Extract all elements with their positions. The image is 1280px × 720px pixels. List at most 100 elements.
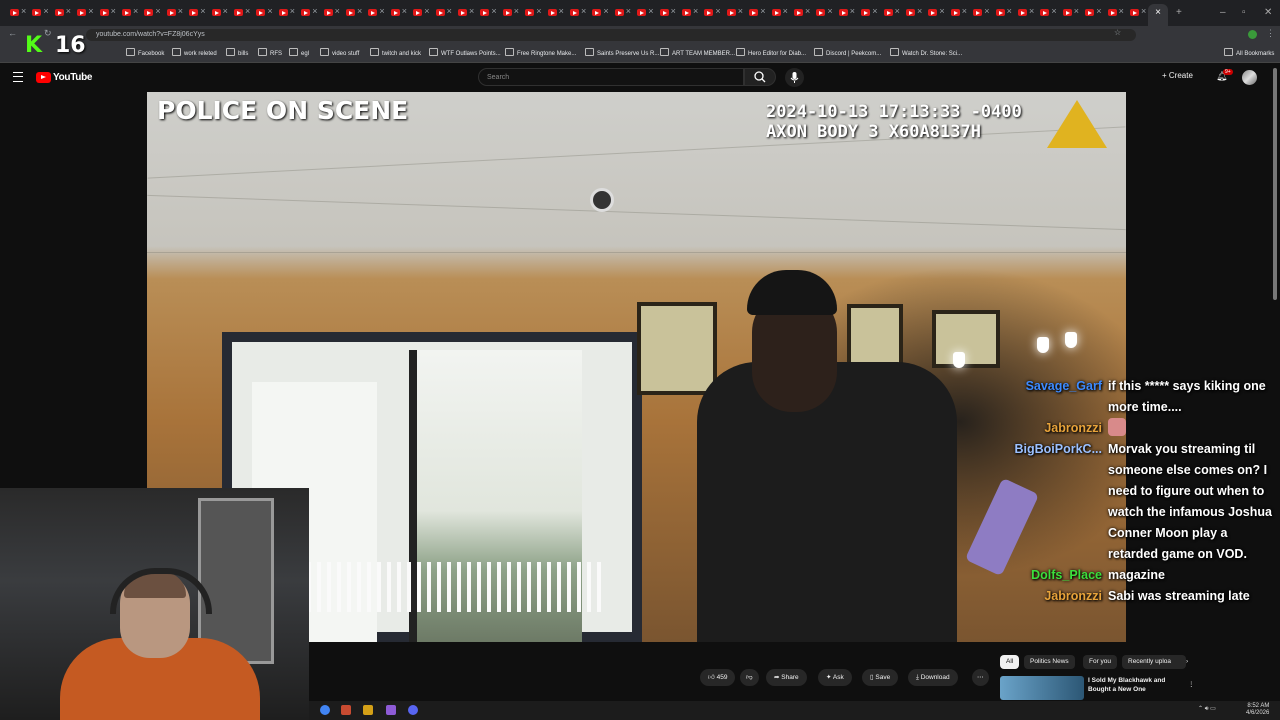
bookmark-item[interactable]: bills (226, 48, 248, 57)
browser-tab-favicon[interactable] (973, 9, 983, 16)
tab-close-icon[interactable]: × (962, 6, 967, 16)
tab-close-icon[interactable]: × (424, 6, 429, 16)
browser-tab-favicon[interactable] (1085, 9, 1095, 16)
browser-tab-favicon[interactable] (301, 9, 311, 16)
youtube-logo-text[interactable]: YouTube (53, 72, 93, 83)
recommended-thumbnail[interactable] (1000, 676, 1084, 700)
tab-close-icon[interactable]: × (715, 6, 720, 16)
tab-close-icon[interactable]: × (245, 6, 250, 16)
browser-tab-favicon[interactable] (659, 9, 669, 16)
tab-close-icon[interactable]: × (379, 6, 384, 16)
page-scrollbar[interactable] (1273, 68, 1277, 300)
create-button[interactable]: + Create (1162, 71, 1193, 80)
search-button[interactable] (744, 68, 776, 86)
browser-tab-favicon[interactable] (189, 9, 199, 16)
discord-taskbar-icon[interactable] (408, 705, 418, 715)
share-button[interactable]: ➦ Share (766, 669, 807, 686)
browser-tab-favicon[interactable] (278, 9, 288, 16)
bookmark-item[interactable]: work releted (172, 48, 217, 57)
browser-tab-favicon[interactable] (547, 9, 557, 16)
all-bookmarks-button[interactable]: All Bookmarks (1224, 48, 1274, 57)
tab-close-icon[interactable]: × (133, 6, 138, 16)
browser-tab-favicon[interactable] (861, 9, 871, 16)
bookmark-item[interactable]: video stuff (320, 48, 359, 57)
tab-close-icon[interactable]: × (200, 6, 205, 16)
tab-close-icon[interactable]: × (491, 6, 496, 16)
account-avatar[interactable] (1242, 70, 1257, 85)
tab-close-icon[interactable]: × (738, 6, 743, 16)
browser-tab-favicon[interactable] (682, 9, 691, 16)
browser-tab-favicon[interactable] (32, 9, 42, 16)
browser-tab-favicon[interactable] (256, 9, 266, 16)
bookmark-item[interactable]: Facebook (126, 48, 164, 57)
tab-close-icon[interactable]: × (1141, 6, 1146, 16)
tab-close-icon[interactable]: × (671, 6, 676, 16)
recommended-title[interactable]: I Sold My Blackhawk and Bought a New One (1088, 676, 1178, 694)
tab-close-icon[interactable]: × (290, 6, 295, 16)
ask-button[interactable]: ✦ Ask (818, 669, 852, 686)
browser-tab-favicon[interactable] (883, 9, 893, 16)
browser-tab-favicon[interactable] (950, 9, 960, 16)
browser-tab-favicon[interactable] (1062, 9, 1072, 16)
browser-tab-favicon[interactable] (144, 9, 154, 16)
bookmark-item[interactable]: WTF Outlaws Points... (429, 48, 501, 57)
bookmark-item[interactable]: ART TEAM MEMBER... (660, 48, 735, 57)
browser-tab-favicon[interactable] (995, 9, 1005, 16)
browser-tab-favicon[interactable] (413, 9, 423, 16)
url-input[interactable]: youtube.com/watch?v=FZ8j06cYys (86, 29, 1136, 41)
tab-close-icon[interactable]: × (267, 6, 272, 16)
tab-close-icon[interactable]: × (850, 6, 855, 16)
tab-close-icon[interactable]: × (357, 6, 362, 16)
voice-search-button[interactable] (785, 68, 804, 87)
bookmark-item[interactable]: Discord | Peekcom... (814, 48, 881, 57)
browser-tab-favicon[interactable] (637, 9, 647, 16)
youtube-logo-icon[interactable] (36, 72, 51, 83)
browser-tab-favicon[interactable] (368, 9, 378, 16)
tab-close-icon[interactable]: × (626, 6, 631, 16)
browser-tab-favicon[interactable] (592, 9, 602, 16)
tab-close-icon[interactable]: × (1029, 6, 1034, 16)
bookmark-item[interactable]: Watch Dr. Stone: Sci... (890, 48, 962, 57)
minimize-icon[interactable]: – (1220, 7, 1226, 18)
tab-close-icon[interactable]: × (1051, 6, 1056, 16)
tab-close-icon[interactable]: × (21, 6, 26, 16)
browser-tab-favicon[interactable] (928, 9, 938, 16)
browser-tab-favicon[interactable] (435, 9, 445, 16)
like-button[interactable]: 👍︎ 459 (700, 669, 736, 686)
tab-close-icon[interactable]: × (66, 6, 71, 16)
browser-tab-favicon[interactable] (480, 9, 490, 16)
tab-close-icon[interactable]: × (559, 6, 564, 16)
browser-tab-favicon[interactable] (704, 9, 714, 16)
tab-close-icon[interactable]: × (178, 6, 183, 16)
dislike-button[interactable]: 👎︎ (740, 669, 759, 686)
browser-tab-favicon[interactable] (390, 9, 400, 16)
tab-close-icon[interactable]: × (939, 6, 944, 16)
tab-close-icon[interactable]: × (111, 6, 116, 16)
app-taskbar-icon[interactable] (363, 705, 373, 715)
tab-close-icon[interactable]: × (1074, 6, 1079, 16)
new-tab-icon[interactable]: + (1176, 7, 1182, 18)
browser-tab-favicon[interactable] (1107, 9, 1117, 16)
browser-tab-favicon[interactable] (771, 9, 781, 16)
back-icon[interactable]: ← (8, 28, 17, 38)
tab-close-icon[interactable]: × (402, 6, 407, 16)
browser-tab-favicon[interactable] (525, 9, 535, 16)
tray-icons[interactable]: ⌃ 🔊︎ ▭ (1198, 705, 1216, 713)
reload-icon[interactable]: ↻ (44, 28, 52, 39)
hamburger-menu-icon[interactable] (13, 72, 23, 82)
browser-tab-favicon[interactable] (502, 9, 512, 16)
tab-close-icon[interactable]: × (760, 6, 765, 16)
browser-tab-favicon[interactable] (794, 9, 803, 16)
browser-tab-favicon[interactable] (1018, 9, 1027, 16)
tab-close-icon[interactable]: × (312, 6, 317, 16)
search-input[interactable]: Search (478, 68, 744, 86)
tab-close-icon[interactable]: × (1007, 6, 1012, 16)
browser-tab-favicon[interactable] (211, 9, 221, 16)
bookmark-star-icon[interactable]: ☆ (1114, 28, 1121, 37)
bookmark-item[interactable]: Saints Preserve Us R... (585, 48, 659, 57)
chrome-taskbar-icon[interactable] (320, 705, 330, 715)
tab-close-icon[interactable]: × (827, 6, 832, 16)
tab-close-icon[interactable]: × (783, 6, 788, 16)
browser-tab-favicon[interactable] (838, 9, 848, 16)
chip-politics-news[interactable]: Politics News (1024, 655, 1075, 669)
